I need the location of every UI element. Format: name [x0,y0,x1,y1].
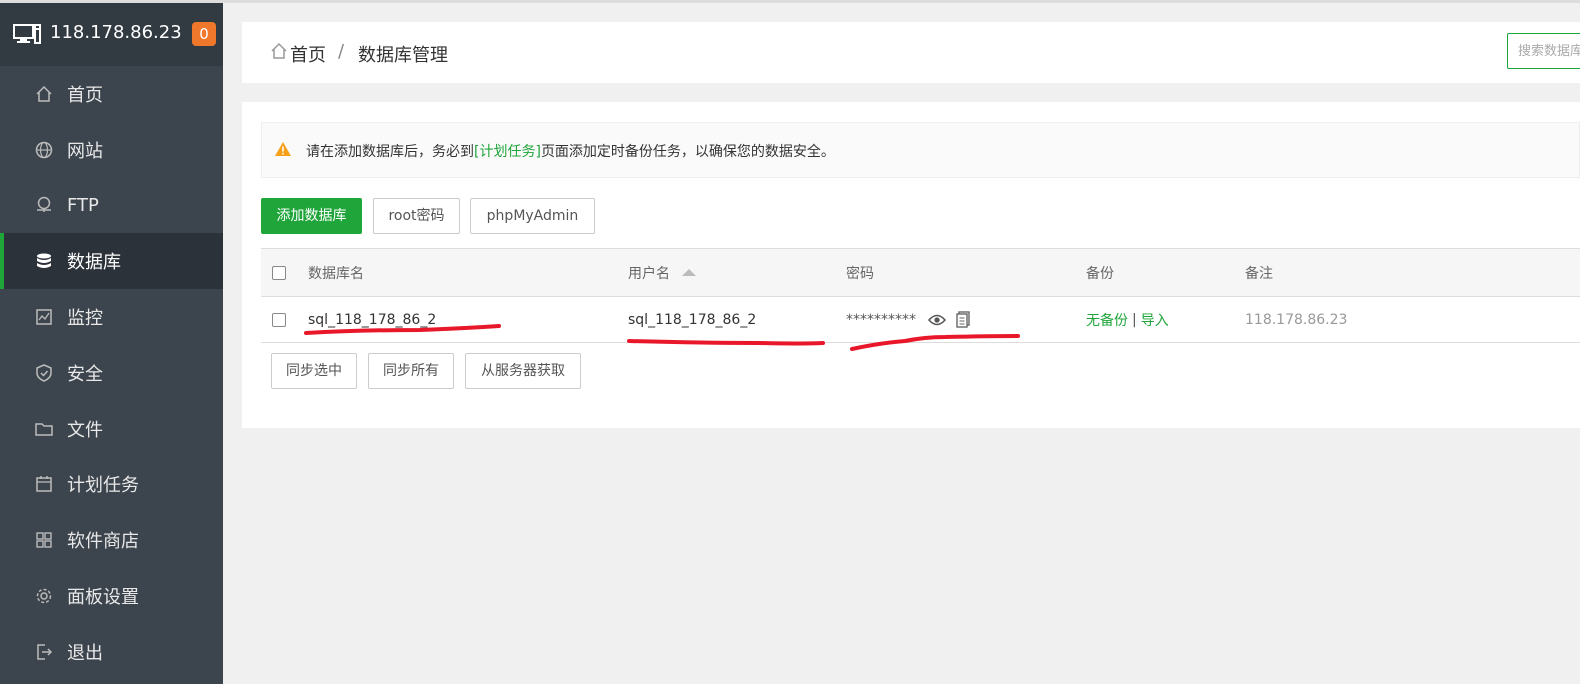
database-table: 数据库名 用户名 密码 备份 备注 sql_118_178_86_2 sql_1… [261,248,1580,343]
copy-icon[interactable] [956,311,970,328]
grid-icon [34,530,54,550]
warning-message: 请在添加数据库后，务必到[计划任务]页面添加定时备份任务，以确保您的数据安全。 [306,141,835,161]
sidebar: 118.178.86.23 0 首页 网站 FTP 数据库 监控 安全 文件 计… [0,3,223,684]
sync-all-button[interactable]: 同步所有 [368,353,454,389]
sort-asc-icon [682,269,696,276]
sidebar-item-cron[interactable]: 计划任务 [0,457,223,513]
top-border [0,0,1580,3]
sidebar-item-ftp[interactable]: FTP [0,178,223,234]
sidebar-item-label: 安全 [67,363,103,385]
sidebar-item-label: 文件 [67,419,103,441]
server-monitor-icon [13,23,41,49]
home-icon [34,84,54,104]
backup-warning: 请在添加数据库后，务必到[计划任务]页面添加定时备份任务，以确保您的数据安全。 [261,122,1580,178]
sidebar-item-database[interactable]: 数据库 [0,233,223,290]
header-backup: 备份 [1086,265,1114,282]
cron-task-link[interactable]: [计划任务] [474,144,541,160]
eye-icon[interactable] [928,313,946,327]
server-ip: 118.178.86.23 [50,22,182,43]
warning-icon [274,141,292,161]
database-icon [34,251,54,271]
warning-text-after: 页面添加定时备份任务，以确保您的数据安全。 [540,144,835,160]
db-user: sql_118_178_86_2 [628,311,757,328]
sidebar-item-website[interactable]: 网站 [0,122,223,178]
breadcrumb: 首页 / 数据库管理 [242,22,1580,83]
sidebar-item-files[interactable]: 文件 [0,401,223,457]
table-row: sql_118_178_86_2 sql_118_178_86_2 ******… [261,297,1580,343]
page-title: 数据库管理 [358,45,448,66]
table-header: 数据库名 用户名 密码 备份 备注 [261,248,1580,297]
header-name[interactable]: 数据库名 [308,249,364,296]
sidebar-item-label: 计划任务 [67,475,139,497]
sidebar-item-monitor[interactable]: 监控 [0,289,223,345]
sidebar-item-label: 监控 [67,308,103,330]
select-all-checkbox[interactable] [272,265,286,280]
sidebar-item-settings[interactable]: 面板设置 [0,568,223,624]
monitor-chart-icon [34,307,54,327]
phpmyadmin-button[interactable]: phpMyAdmin [470,198,595,234]
folder-icon [34,419,54,439]
ftp-icon [34,195,54,215]
header-user: 用户名 [628,265,670,282]
backup-status-link[interactable]: 无备份 [1086,310,1128,330]
header-note: 备注 [1245,265,1273,282]
sidebar-item-label: 首页 [67,84,103,106]
home-icon [270,42,288,64]
breadcrumb-separator: / [338,41,345,62]
warning-text-before: 请在添加数据库后，务必到 [306,144,474,160]
sidebar-item-label: 退出 [67,642,103,664]
row-checkbox[interactable] [272,312,286,327]
shield-icon [34,363,54,383]
backup-cell: 无备份 | 导入 [1086,297,1169,342]
password-cell: ********** [846,297,970,342]
add-database-button[interactable]: 添加数据库 [261,198,362,234]
import-link[interactable]: 导入 [1141,310,1169,330]
sidebar-header: 118.178.86.23 0 [0,3,223,66]
header-user-cell[interactable]: 用户名 [628,249,696,296]
db-password: ********** [846,311,916,328]
root-password-button[interactable]: root密码 [373,198,460,234]
gear-icon [34,586,54,606]
logout-icon [34,642,54,662]
sidebar-item-label: 面板设置 [67,587,139,609]
globe-icon [34,140,54,160]
fetch-from-server-button[interactable]: 从服务器获取 [465,353,581,389]
row-cell-select [272,297,286,342]
calendar-icon [34,474,54,494]
sidebar-item-label: 数据库 [67,252,121,274]
breadcrumb-home[interactable]: 首页 [290,41,326,67]
backup-separator: | [1132,311,1137,328]
sync-selected-button[interactable]: 同步选中 [271,353,357,389]
db-name: sql_118_178_86_2 [308,311,437,328]
sidebar-item-home[interactable]: 首页 [0,66,223,122]
sidebar-item-label: 网站 [67,140,103,162]
sidebar-item-store[interactable]: 软件商店 [0,512,223,568]
search-input[interactable] [1507,33,1580,69]
database-panel: 请在添加数据库后，务必到[计划任务]页面添加定时备份任务，以确保您的数据安全。 … [242,102,1580,428]
sidebar-menu: 首页 网站 FTP 数据库 监控 安全 文件 计划任务 软件商店 面板设置 退出 [0,66,223,680]
sidebar-item-security[interactable]: 安全 [0,345,223,401]
notification-badge[interactable]: 0 [192,22,216,46]
db-note[interactable]: 118.178.86.23 [1245,297,1347,342]
sidebar-item-logout[interactable]: 退出 [0,624,223,680]
sidebar-item-label: FTP [67,194,99,216]
sidebar-item-label: 软件商店 [67,531,139,553]
header-cell-select [272,249,286,296]
header-password: 密码 [846,265,874,282]
